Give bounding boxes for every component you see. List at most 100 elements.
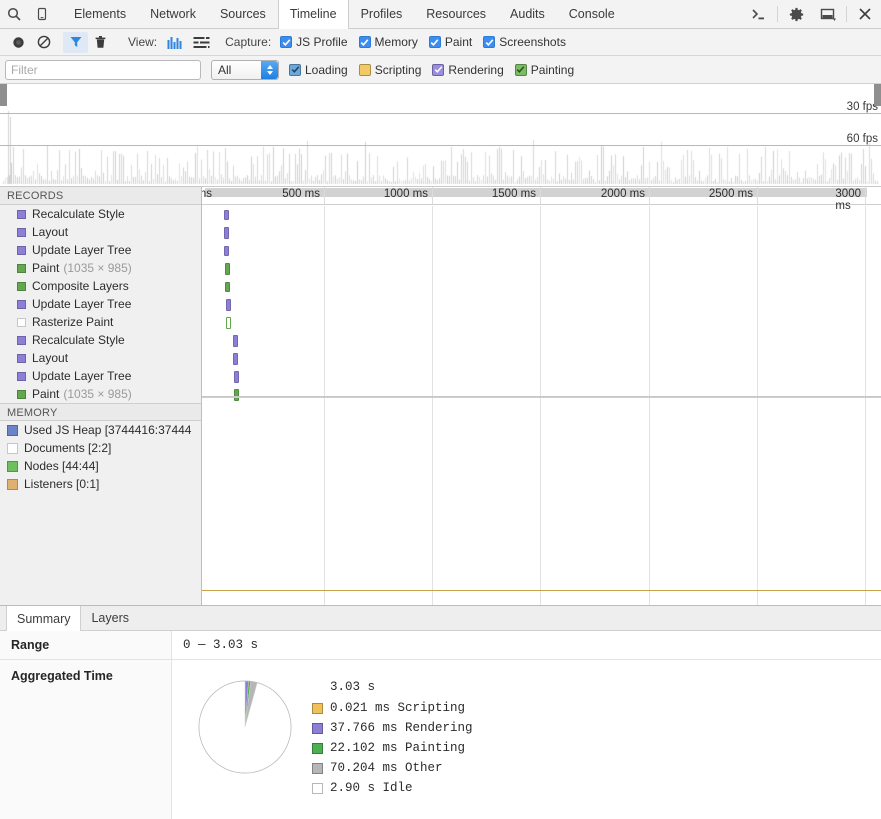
timeline-event-bar[interactable]: [226, 317, 231, 329]
capture-js-profile[interactable]: JS Profile: [280, 35, 348, 49]
legend-swatch-other: [312, 762, 323, 774]
device-toggle-icon[interactable]: [28, 0, 56, 28]
search-input[interactable]: [5, 59, 201, 80]
ruler-tick-label: 1500 ms: [491, 188, 536, 200]
close-icon[interactable]: [849, 0, 881, 28]
tab-timeline[interactable]: Timeline: [277, 0, 349, 29]
timeline-ruler[interactable]: ms500 ms1000 ms1500 ms2000 ms2500 ms3000…: [202, 187, 881, 212]
legend-item-idle[interactable]: 2.90 s Idle: [312, 781, 473, 795]
memory-graph[interactable]: [202, 397, 881, 605]
capture-paint[interactable]: Paint: [428, 35, 472, 49]
fps-gridline-30: [0, 113, 881, 114]
checkbox-checked-icon[interactable]: [358, 36, 371, 48]
record-icon[interactable]: [6, 32, 31, 53]
timeline-event-bar[interactable]: [224, 246, 229, 256]
timeline-events-area[interactable]: [202, 206, 881, 605]
memory-counter-swatch: [7, 424, 18, 436]
ruler-gridline: [324, 187, 325, 204]
timeline-event-bar[interactable]: [225, 282, 230, 292]
tab-network[interactable]: Network: [138, 0, 208, 28]
record-row[interactable]: Paint (1035 × 985): [0, 385, 201, 403]
timeline-event-bar[interactable]: [225, 263, 230, 275]
filter-label-text: Loading: [305, 62, 348, 77]
record-row[interactable]: Composite Layers: [0, 277, 201, 295]
memory-counter-row[interactable]: Documents [2:2]: [0, 439, 201, 457]
ruler-tick-label: 2000 ms: [600, 188, 645, 200]
capture-memory[interactable]: Memory: [358, 35, 418, 49]
timeline-gridline: [324, 397, 325, 605]
record-row[interactable]: Recalculate Style: [0, 205, 201, 223]
tab-sources[interactable]: Sources: [208, 0, 278, 28]
record-row[interactable]: Update Layer Tree: [0, 295, 201, 313]
fps-label-60: 60 fps: [846, 133, 878, 145]
aggregated-time-label: Aggregated Time: [0, 660, 172, 819]
tab-summary[interactable]: Summary: [6, 606, 82, 631]
tab-audits[interactable]: Audits: [498, 0, 557, 28]
tab-profiles[interactable]: Profiles: [349, 0, 415, 28]
timeline-event-bar[interactable]: [233, 353, 238, 365]
clear-icon[interactable]: [31, 32, 56, 53]
memory-counter-row[interactable]: Used JS Heap [3744416:37444: [0, 421, 201, 439]
record-row[interactable]: Layout: [0, 349, 201, 367]
trash-icon[interactable]: [88, 32, 113, 53]
record-row[interactable]: Update Layer Tree: [0, 241, 201, 259]
overview-window-right-handle[interactable]: [874, 84, 881, 106]
filter-scripting[interactable]: Scripting: [358, 63, 421, 77]
record-category-swatch: [17, 335, 26, 345]
view-label: View:: [128, 35, 158, 49]
capture-screenshots[interactable]: Screenshots: [483, 35, 566, 49]
checkbox-unchecked-icon[interactable]: [358, 63, 371, 76]
legend-item-painting[interactable]: 22.102 ms Painting: [312, 741, 473, 755]
record-category-swatch: [17, 209, 26, 219]
filter-rendering[interactable]: Rendering: [432, 63, 504, 77]
record-row[interactable]: Rasterize Paint: [0, 313, 201, 331]
overview-window-left-handle[interactable]: [0, 84, 7, 106]
timeline-event-bar[interactable]: [233, 335, 238, 347]
checkbox-checked-icon[interactable]: [289, 63, 301, 76]
memory-counter-row[interactable]: Nodes [44:44]: [0, 457, 201, 475]
record-row[interactable]: Layout: [0, 223, 201, 241]
checkbox-checked-icon[interactable]: [514, 63, 527, 76]
tab-layers[interactable]: Layers: [81, 606, 139, 630]
timeline-event-bar[interactable]: [224, 227, 229, 239]
chevron-updown-icon[interactable]: [261, 60, 278, 79]
console-drawer-icon[interactable]: [743, 0, 775, 28]
pie-slice-idle[interactable]: [198, 680, 292, 774]
ruler-gridline: [540, 187, 541, 204]
record-label: Recalculate Style: [32, 207, 125, 221]
legend-item-scripting[interactable]: 0.021 ms Scripting: [312, 701, 473, 715]
category-select[interactable]: All: [211, 59, 279, 80]
timeline-overview[interactable]: 30 fps 60 fps: [0, 83, 881, 187]
drawer-tab-label: Summary: [17, 611, 71, 626]
checkbox-checked-icon[interactable]: [483, 36, 496, 48]
record-label: Update Layer Tree: [32, 243, 132, 257]
tab-console[interactable]: Console: [557, 0, 627, 28]
timeline-event-bar[interactable]: [226, 299, 231, 311]
ruler-gridline: [649, 187, 650, 204]
capture-options: JS Profile Memory Paint Screenshots: [280, 35, 577, 49]
bar-chart-icon[interactable]: [162, 36, 188, 49]
search-icon[interactable]: [0, 0, 28, 28]
checkbox-checked-icon[interactable]: [428, 36, 441, 48]
filter-painting[interactable]: Painting: [514, 63, 574, 77]
record-category-swatch: [17, 281, 26, 291]
legend-item-rendering[interactable]: 37.766 ms Rendering: [312, 721, 473, 735]
dock-position-icon[interactable]: [812, 0, 844, 28]
flame-chart-icon[interactable]: [188, 36, 214, 49]
filter-icon[interactable]: [63, 31, 88, 53]
timeline-event-bar[interactable]: [234, 371, 239, 383]
record-row[interactable]: Recalculate Style: [0, 331, 201, 349]
tab-elements[interactable]: Elements: [62, 0, 138, 28]
filter-loading[interactable]: Loading: [289, 63, 348, 77]
legend-item-other[interactable]: 70.204 ms Other: [312, 761, 473, 775]
gear-icon[interactable]: [780, 0, 812, 28]
record-row[interactable]: Update Layer Tree: [0, 367, 201, 385]
memory-counter-row[interactable]: Listeners [0:1]: [0, 475, 201, 493]
checkbox-checked-icon[interactable]: [432, 63, 445, 76]
record-row[interactable]: Paint (1035 × 985): [0, 259, 201, 277]
timeline-event-bar[interactable]: [224, 210, 229, 220]
checkbox-checked-icon[interactable]: [280, 36, 293, 48]
tab-resources[interactable]: Resources: [414, 0, 498, 28]
memory-counter-swatch: [7, 460, 18, 472]
range-label: Range: [0, 631, 172, 659]
